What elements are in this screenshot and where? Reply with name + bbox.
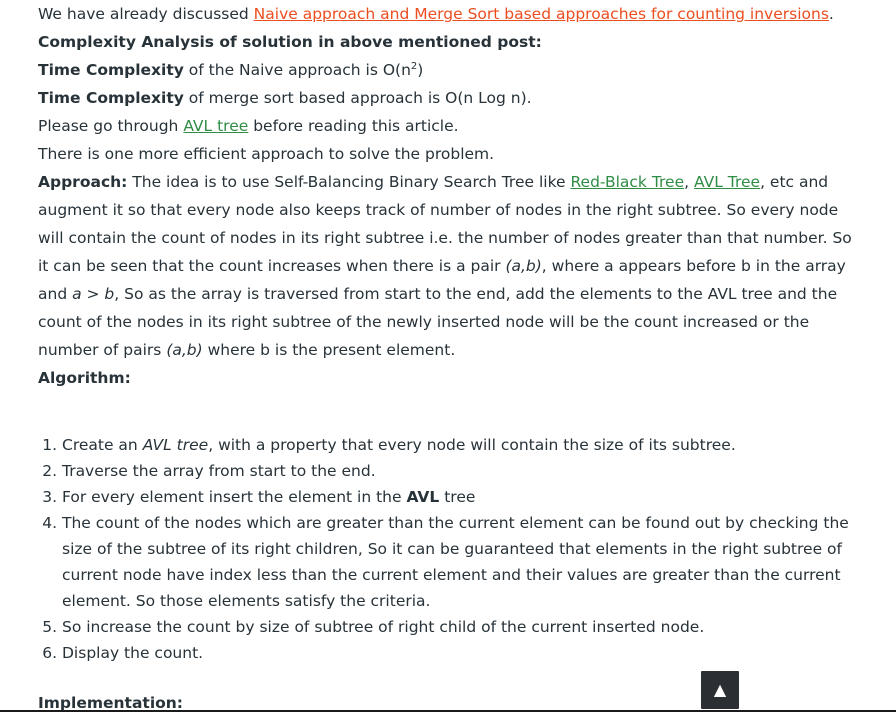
pair-notation: (a,b) (505, 257, 542, 275)
avl-tree-link-2[interactable]: AVL Tree (694, 173, 760, 191)
algorithm-steps-list: Create an AVL tree, with a property that… (38, 432, 863, 666)
list-item: The count of the nodes which are greater… (62, 510, 863, 614)
scroll-to-top-button[interactable]: ▲ (701, 671, 739, 709)
time-complexity-label: Time Complexity (38, 61, 184, 79)
complexity-heading: Complexity Analysis of solution in above… (38, 28, 863, 56)
naive-formula: O(n (382, 61, 411, 79)
prereq-suffix: before reading this article. (248, 117, 459, 135)
list-item: So increase the count by size of subtree… (62, 614, 863, 640)
step-text: Create an (62, 436, 143, 454)
time-complexity-text: of the Naive approach is (183, 61, 383, 79)
prerequisite-paragraph: Please go through AVL tree before readin… (38, 112, 863, 140)
approach-paragraph: Approach: The idea is to use Self-Balanc… (38, 168, 863, 364)
red-black-tree-link[interactable]: Red-Black Tree (570, 173, 684, 191)
merge-formula: O(n Log n) (445, 89, 527, 107)
step-bold: AVL (406, 488, 440, 506)
condition-notation: a > b (72, 285, 115, 303)
time-complexity-merge: Time Complexity of merge sort based appr… (38, 84, 863, 112)
step-text: For every element insert the element in … (62, 488, 407, 506)
list-item: Create an AVL tree, with a property that… (62, 432, 863, 458)
list-item: For every element insert the element in … (62, 484, 863, 510)
naive-formula-close: ) (417, 61, 424, 79)
intro-paragraph: We have already discussed Naive approach… (38, 0, 863, 28)
approach-text: The idea is to use Self-Balancing Binary… (127, 173, 571, 191)
avl-tree-link[interactable]: AVL tree (183, 117, 248, 135)
list-item: Traverse the array from start to the end… (62, 458, 863, 484)
intro-text: We have already discussed (38, 5, 254, 23)
time-complexity-naive: Time Complexity of the Naive approach is… (38, 56, 863, 84)
approach-text: where b is the present element. (202, 341, 456, 359)
time-complexity-text: of merge sort based approach is (183, 89, 446, 107)
efficient-approach-line: There is one more efficient approach to … (38, 145, 495, 163)
pair-notation: (a,b) (166, 341, 203, 359)
prereq-text: Please go through (38, 117, 184, 135)
algorithm-heading-text: Algorithm: (38, 369, 131, 387)
naive-merge-sort-link[interactable]: Naive approach and Merge Sort based appr… (254, 5, 829, 23)
list-item: Display the count. (62, 640, 863, 666)
algorithm-heading: Algorithm: (38, 364, 863, 392)
time-complexity-label: Time Complexity (38, 89, 184, 107)
merge-suffix: . (526, 89, 532, 107)
step-emphasis: AVL tree (142, 436, 209, 454)
approach-label: Approach: (38, 173, 128, 191)
step-text: , with a property that every node will c… (208, 436, 736, 454)
step-text: tree (439, 488, 476, 506)
article-body: We have already discussed Naive approach… (38, 0, 863, 666)
intro-suffix: . (828, 5, 834, 23)
approach-comma: , (684, 173, 694, 191)
complexity-heading-text: Complexity Analysis of solution in above… (38, 33, 542, 51)
arrow-up-icon: ▲ (713, 680, 727, 699)
implementation-heading: Implementation: (38, 694, 184, 712)
